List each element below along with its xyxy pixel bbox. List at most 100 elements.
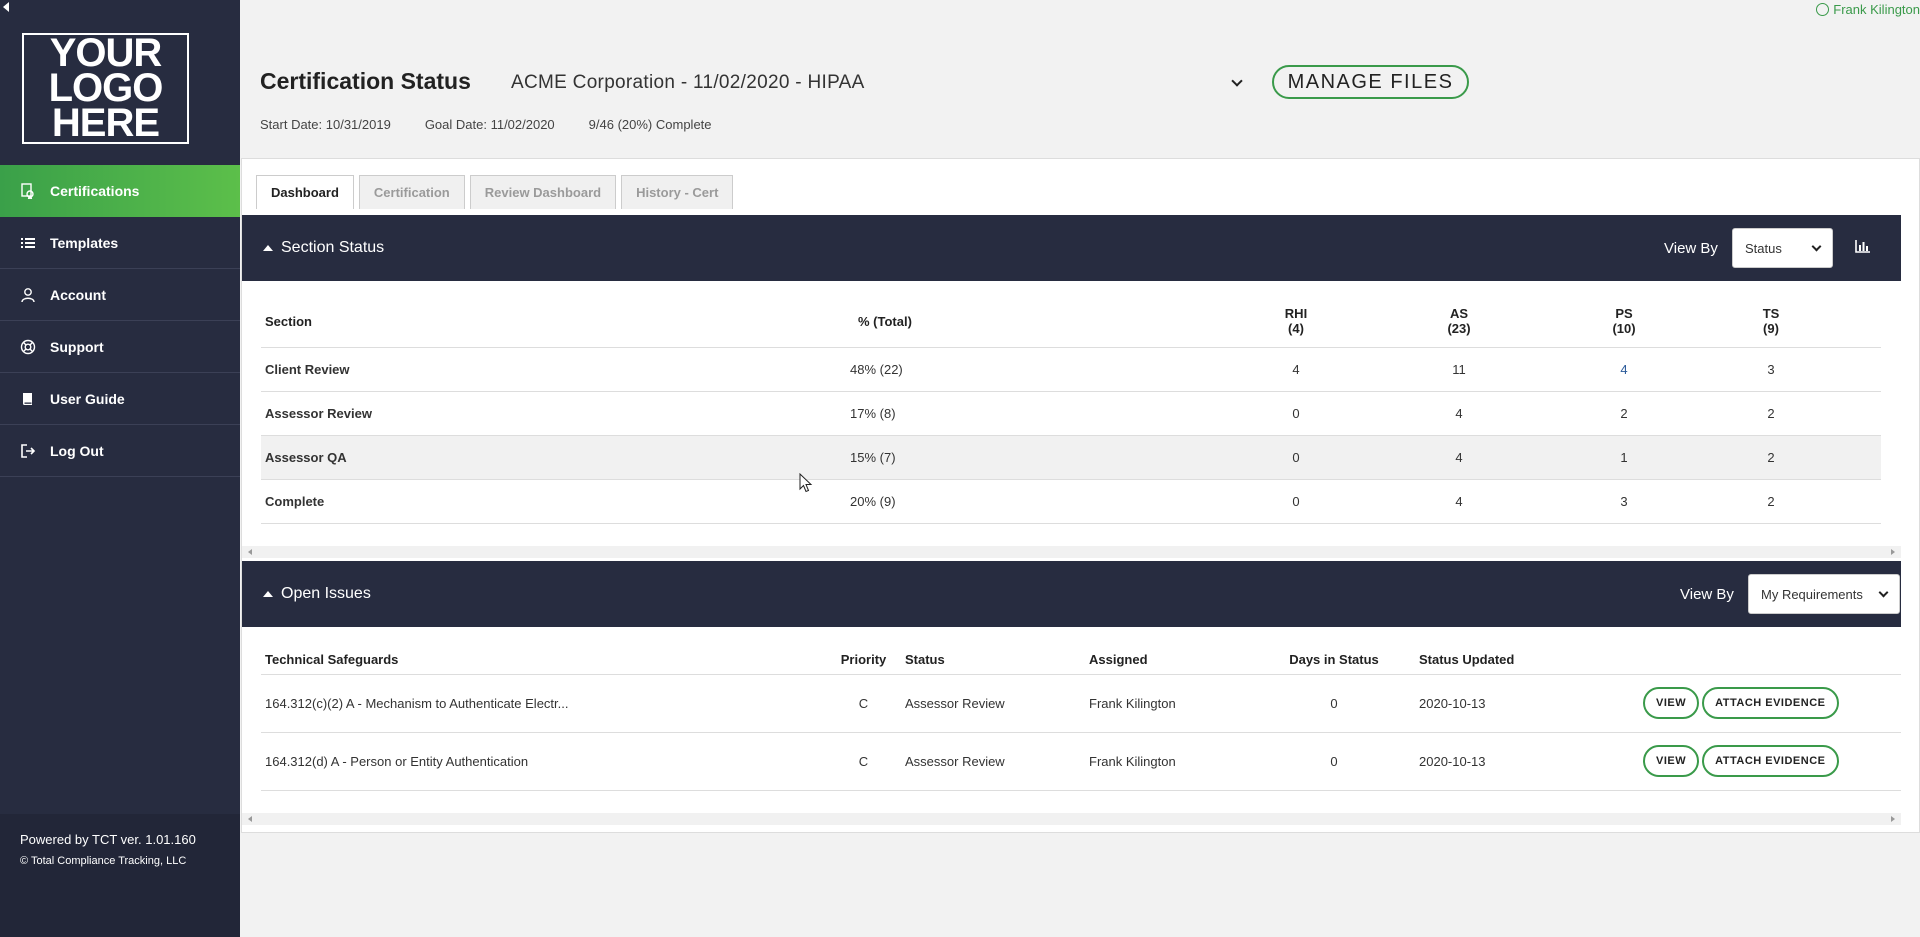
scroll-right-icon[interactable] — [1891, 549, 1895, 555]
column-header-rhi: RHI (4) — [1221, 296, 1371, 348]
chevron-down-icon — [1811, 241, 1822, 251]
sidebar-item-label: Templates — [50, 234, 119, 251]
safeguard-name: 164.312(c)(2) A - Mechanism to Authentic… — [261, 674, 826, 733]
section-ps: 1 — [1547, 435, 1701, 480]
goal-date: Goal Date: 11/02/2020 — [424, 117, 555, 132]
view-by-requirements-select[interactable]: My Requirements — [1748, 574, 1900, 614]
view-button[interactable]: VIEW — [1643, 745, 1700, 777]
section-pct: 17% (8) — [841, 391, 1221, 436]
issue-status: Assessor Review — [901, 732, 1085, 791]
attach-evidence-button[interactable]: ATTACH EVIDENCE — [1702, 687, 1839, 719]
safeguard-name: 164.312(d) A - Person or Entity Authenti… — [261, 732, 826, 791]
issue-days: 0 — [1253, 732, 1415, 791]
column-header-days: Days in Status — [1253, 646, 1415, 675]
section-status-scrollbar[interactable] — [242, 546, 1901, 558]
section-name: Assessor QA — [261, 435, 841, 480]
table-header-row: Technical Safeguards Priority Status Ass… — [261, 646, 1901, 675]
column-header-count: (9) — [1763, 321, 1779, 337]
view-by-label: View By — [1664, 239, 1718, 257]
view-by-label: View By — [1680, 585, 1734, 603]
sidebar-item-support[interactable]: Support — [0, 321, 240, 373]
view-button[interactable]: VIEW — [1643, 687, 1700, 719]
sidebar-item-templates[interactable]: Templates — [0, 217, 240, 269]
tab-dashboard[interactable]: Dashboard — [256, 175, 354, 209]
company-logo: YOUR LOGO HERE — [22, 33, 189, 144]
section-status-title[interactable]: Section Status — [281, 239, 384, 257]
column-header-safeguard: Technical Safeguards — [261, 646, 826, 675]
chevron-down-icon — [1231, 75, 1243, 87]
section-ps[interactable]: 4 — [1547, 347, 1701, 392]
collapse-caret-icon[interactable] — [263, 245, 273, 251]
tab-bar: Dashboard Certification Review Dashboard… — [256, 175, 734, 209]
sidebar-item-label: Account — [50, 286, 106, 303]
column-header-priority: Priority — [826, 646, 901, 675]
column-header-count: (23) — [1447, 321, 1471, 337]
completion-progress: 9/46 (20%) Complete — [588, 117, 712, 132]
table-row[interactable]: Assessor Review 17% (8) 0 4 2 2 — [261, 391, 1881, 436]
row-spacer — [1841, 347, 1881, 392]
column-header-actions — [1643, 646, 1901, 675]
open-issues-table: Technical Safeguards Priority Status Ass… — [261, 646, 1901, 791]
certificate-icon — [20, 183, 36, 199]
manage-files-button[interactable]: MANAGE FILES — [1272, 65, 1469, 99]
tab-history-cert[interactable]: History - Cert — [621, 175, 734, 209]
column-header-label: AS — [1449, 306, 1469, 322]
tab-certification[interactable]: Certification — [358, 175, 465, 209]
table-row[interactable]: Complete 20% (9) 0 4 3 2 — [261, 479, 1881, 524]
sidebar-item-user-guide[interactable]: User Guide — [0, 373, 240, 425]
section-ts: 3 — [1701, 347, 1841, 392]
scroll-right-icon[interactable] — [1891, 816, 1895, 822]
section-pct: 15% (7) — [841, 435, 1221, 480]
sidebar-item-certifications[interactable]: Certifications — [0, 165, 240, 217]
sidebar-item-account[interactable]: Account — [0, 269, 240, 321]
sidebar-item-label: Log Out — [50, 442, 104, 459]
user-icon — [20, 287, 36, 303]
certification-meta: Start Date: 10/31/2019 Goal Date: 11/02/… — [260, 117, 712, 132]
section-as: 11 — [1371, 347, 1547, 392]
section-name: Client Review — [261, 347, 841, 392]
column-header-count: (10) — [1612, 321, 1636, 337]
table-row[interactable]: Client Review 48% (22) 4 11 4 3 — [261, 347, 1881, 392]
sidebar-nav: Certifications Templates Account Support… — [0, 165, 240, 477]
sidebar: YOUR LOGO HERE Certifications Templates … — [0, 0, 240, 937]
section-status-table: Section % (Total) RHI (4) AS (23) PS (10) T… — [261, 296, 1881, 524]
sign-out-icon — [20, 443, 36, 459]
column-header-assigned: Assigned — [1085, 646, 1253, 675]
attach-evidence-button[interactable]: ATTACH EVIDENCE — [1702, 745, 1839, 777]
collapse-caret-icon[interactable] — [263, 591, 273, 597]
sidebar-item-log-out[interactable]: Log Out — [0, 425, 240, 477]
column-header-label: TS — [1762, 306, 1780, 322]
section-rhi: 4 — [1221, 347, 1371, 392]
certification-select[interactable]: ACME Corporation - 11/02/2020 - HIPAA — [511, 70, 1251, 96]
scroll-left-icon[interactable] — [248, 816, 252, 822]
tab-review-dashboard[interactable]: Review Dashboard — [469, 175, 617, 209]
row-spacer — [1841, 391, 1881, 436]
powered-by-footer: Powered by TCT ver. 1.01.160 © Total Com… — [0, 814, 240, 937]
section-pct: 48% (22) — [841, 347, 1221, 392]
version-text: Powered by TCT ver. 1.01.160 — [20, 832, 196, 847]
table-row[interactable]: Assessor QA 15% (7) 0 4 1 2 — [261, 435, 1881, 480]
section-ts: 2 — [1701, 391, 1841, 436]
sidebar-item-label: User Guide — [50, 390, 125, 407]
section-pct: 20% (9) — [841, 479, 1221, 524]
section-status-header: Section Status View By Status — [242, 215, 1901, 281]
column-header-label: RHI — [1284, 306, 1308, 322]
sidebar-item-label: Support — [50, 338, 104, 355]
issue-status: Assessor Review — [901, 674, 1085, 733]
open-issues-title[interactable]: Open Issues — [281, 585, 371, 603]
chevron-down-icon — [1878, 587, 1889, 597]
column-header-count: (4) — [1288, 321, 1304, 337]
issue-actions: VIEW ATTACH EVIDENCE — [1643, 732, 1901, 791]
scroll-left-icon[interactable] — [248, 549, 252, 555]
column-header-as: AS (23) — [1371, 296, 1547, 348]
view-by-status-select[interactable]: Status — [1732, 228, 1833, 268]
collapse-sidebar-icon[interactable] — [3, 2, 9, 12]
user-menu-link[interactable]: Frank Kilington — [1816, 2, 1920, 17]
issue-updated: 2020-10-13 — [1415, 732, 1643, 791]
section-as: 4 — [1371, 435, 1547, 480]
row-spacer — [1841, 479, 1881, 524]
bar-chart-icon[interactable] — [1855, 239, 1871, 258]
table-row: 164.312(c)(2) A - Mechanism to Authentic… — [261, 674, 1901, 733]
open-issues-scrollbar[interactable] — [242, 813, 1901, 825]
column-header-pct: % (Total) — [841, 296, 1221, 348]
